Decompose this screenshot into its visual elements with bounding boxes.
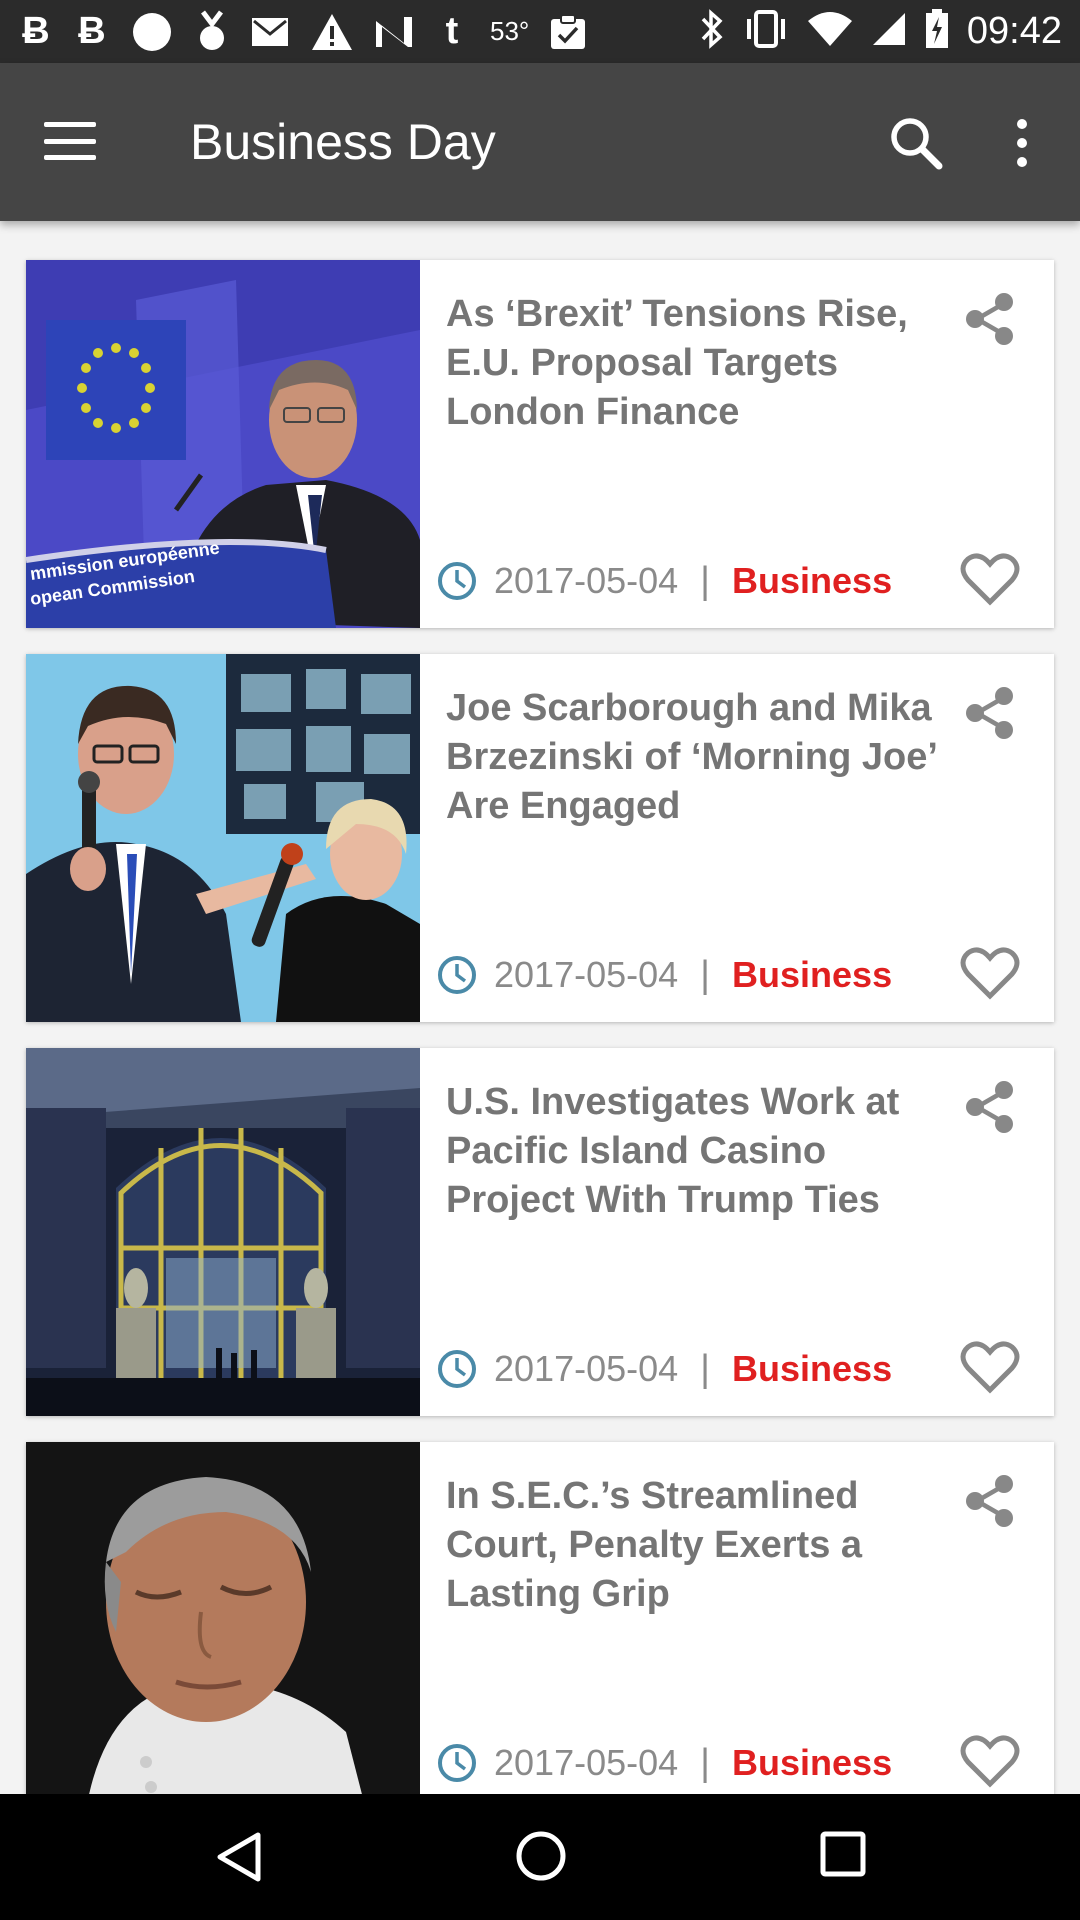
favorite-button[interactable] xyxy=(960,552,1020,608)
hamburger-line xyxy=(44,122,96,127)
bitcoin-icon: Ƀ xyxy=(22,10,50,52)
clock-icon xyxy=(438,1744,476,1782)
system-nav-bar xyxy=(0,1794,1080,1920)
home-button[interactable] xyxy=(514,1829,568,1883)
heart-icon xyxy=(960,1341,1020,1394)
article-meta: 2017-05-04 | Business xyxy=(436,1738,892,1788)
clock-time: 09:42 xyxy=(966,10,1062,52)
article-title[interactable]: In S.E.C.’s Streamlined Court, Penalty E… xyxy=(446,1472,946,1619)
page-title: Business Day xyxy=(190,114,496,170)
article-meta: 2017-05-04 | Business xyxy=(436,1344,892,1394)
dot xyxy=(1017,157,1027,167)
favorite-button[interactable] xyxy=(960,946,1020,1002)
article-title[interactable]: As ‘Brexit’ Tensions Rise, E.U. Proposal… xyxy=(446,290,946,437)
share-icon xyxy=(966,1475,1013,1527)
favorite-button[interactable] xyxy=(960,1340,1020,1396)
article-meta: 2017-05-04 | Business xyxy=(436,556,892,606)
home-circle-icon xyxy=(516,1831,566,1881)
favorite-button[interactable] xyxy=(960,1734,1020,1790)
article-card[interactable]: mmission européenne opean Commission As … xyxy=(26,260,1054,628)
weather-temperature: 53° xyxy=(490,16,530,46)
article-image[interactable]: mmission européenne opean Commission xyxy=(26,260,420,628)
clock-icon xyxy=(438,562,476,600)
article-date: 2017-05-04 xyxy=(494,954,679,995)
clipboard-icon xyxy=(549,10,587,54)
hamburger-line xyxy=(44,155,96,160)
article-date: 2017-05-04 xyxy=(494,1348,679,1389)
article-card[interactable]: In S.E.C.’s Streamlined Court, Penalty E… xyxy=(26,1442,1054,1810)
article-meta: 2017-05-04 | Business xyxy=(436,950,892,1000)
article-date: 2017-05-04 xyxy=(494,1742,679,1783)
article-category[interactable]: Business xyxy=(732,1348,892,1390)
share-button[interactable] xyxy=(961,684,1019,742)
bitcoin-icon: Ƀ xyxy=(78,10,106,52)
warning-icon xyxy=(310,10,354,54)
share-button[interactable] xyxy=(961,1078,1019,1136)
heart-icon xyxy=(960,553,1020,606)
heart-icon xyxy=(960,1735,1020,1788)
app-bar: Business Day xyxy=(0,63,1080,221)
battery-icon xyxy=(925,9,949,54)
circle-icon xyxy=(130,10,174,54)
share-icon xyxy=(966,687,1013,739)
back-button[interactable] xyxy=(212,1829,268,1885)
article-category[interactable]: Business xyxy=(732,1742,892,1784)
menu-button[interactable] xyxy=(40,116,100,166)
search-button[interactable] xyxy=(886,113,946,173)
article-title[interactable]: Joe Scarborough and Mika Brzezinski of ‘… xyxy=(446,684,946,831)
dot xyxy=(1017,119,1027,129)
n-icon xyxy=(374,10,414,54)
back-triangle-icon xyxy=(217,1832,261,1882)
vibrate-icon xyxy=(743,9,789,54)
share-button[interactable] xyxy=(961,1472,1019,1530)
article-image[interactable] xyxy=(26,654,420,1022)
separator: | xyxy=(700,1347,711,1390)
status-bar: Ƀ Ƀ t 53° 09:42 xyxy=(0,0,1080,63)
article-image[interactable] xyxy=(26,1048,420,1416)
wifi-icon xyxy=(807,11,853,52)
article-image[interactable] xyxy=(26,1442,420,1810)
article-list: mmission européenne opean Commission As … xyxy=(26,260,1054,1836)
clock-icon xyxy=(438,1350,476,1388)
more-options-button[interactable] xyxy=(1000,113,1044,173)
share-icon xyxy=(966,293,1013,345)
hamburger-line xyxy=(44,138,96,144)
dot xyxy=(1017,138,1027,148)
signal-icon xyxy=(871,11,907,52)
heart-icon xyxy=(960,947,1020,1000)
share-button[interactable] xyxy=(961,290,1019,348)
article-card[interactable]: U.S. Investigates Work at Pacific Island… xyxy=(26,1048,1054,1416)
share-icon xyxy=(966,1081,1013,1133)
article-category[interactable]: Business xyxy=(732,954,892,996)
recents-square-icon xyxy=(820,1831,866,1877)
medal-icon xyxy=(194,10,230,54)
separator: | xyxy=(700,953,711,996)
mail-icon xyxy=(250,10,290,54)
article-category[interactable]: Business xyxy=(732,560,892,602)
clock-icon xyxy=(438,956,476,994)
article-title[interactable]: U.S. Investigates Work at Pacific Island… xyxy=(446,1078,946,1225)
article-date: 2017-05-04 xyxy=(494,560,679,601)
tumblr-icon: t xyxy=(445,10,459,52)
separator: | xyxy=(700,1741,711,1784)
search-icon xyxy=(891,118,943,170)
article-card[interactable]: Joe Scarborough and Mika Brzezinski of ‘… xyxy=(26,654,1054,1022)
separator: | xyxy=(700,559,711,602)
bluetooth-icon xyxy=(699,9,725,54)
system-status: 09:42 xyxy=(699,9,1062,54)
recents-button[interactable] xyxy=(818,1829,868,1879)
notification-icons: Ƀ Ƀ t 53° xyxy=(18,10,587,54)
